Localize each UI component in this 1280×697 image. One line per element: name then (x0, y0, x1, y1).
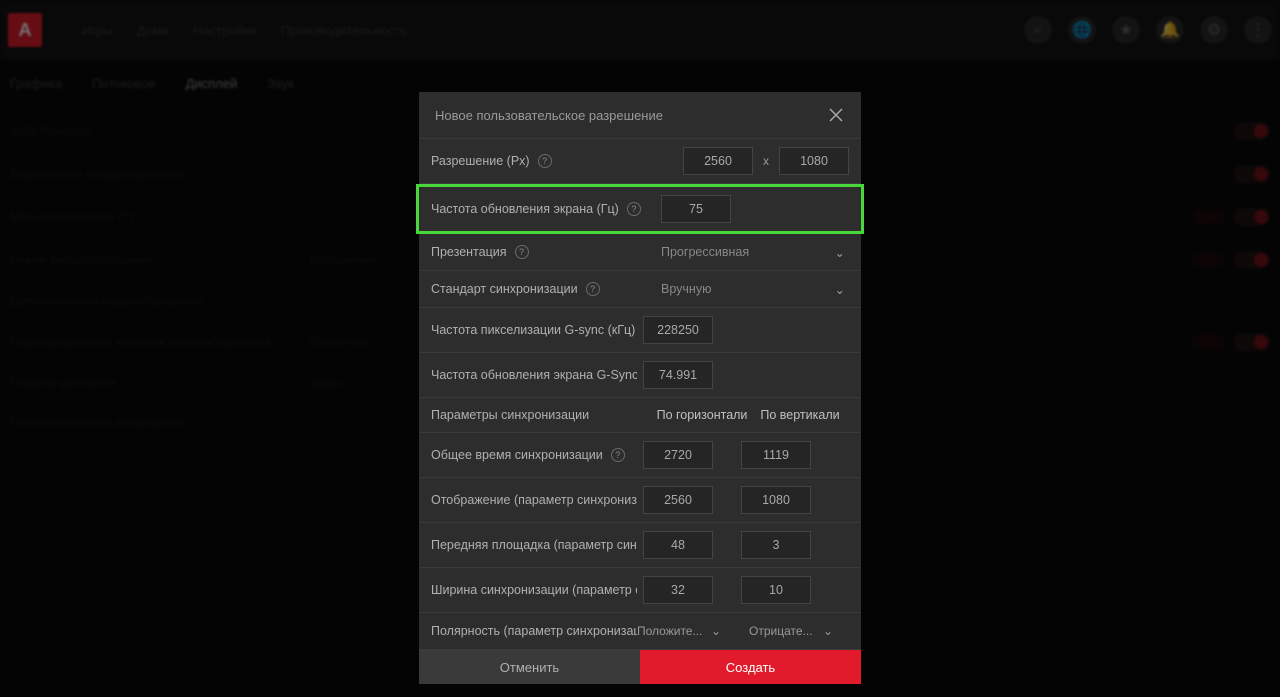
select-value: Прогрессивная (661, 245, 749, 259)
row-polarity: Полярность (параметр синхронизации) ? По… (419, 613, 861, 650)
custom-resolution-modal: Новое пользовательское разрешение Разреш… (419, 92, 861, 684)
refresh-rate-input[interactable] (661, 195, 731, 223)
modal-header: Новое пользовательское разрешение (419, 92, 861, 139)
label-timing-total: Общее время синхронизации (431, 448, 603, 462)
timing-standard-select[interactable]: Вручную ⌄ (653, 282, 849, 297)
select-value: Вручную (661, 282, 711, 296)
row-gsync-refresh: Частота обновления экрана G-Sync (Гц) ? (419, 353, 861, 398)
presentation-select[interactable]: Прогрессивная ⌄ (653, 245, 849, 260)
cancel-button[interactable]: Отменить (419, 650, 640, 684)
label-resolution: Разрешение (Px) (431, 154, 530, 168)
row-resolution: Разрешение (Px) ? x (419, 139, 861, 184)
chevron-down-icon: ⌄ (835, 282, 845, 297)
polarity-v-select[interactable]: Отрицате... ⌄ (749, 624, 833, 638)
col-vertical: По вертикали (751, 408, 849, 422)
resolution-width-input[interactable] (683, 147, 753, 175)
help-icon[interactable]: ? (515, 245, 529, 259)
row-presentation: Презентация ? Прогрессивная ⌄ (419, 234, 861, 271)
label-gsync-refresh: Частота обновления экрана G-Sync (Гц) (431, 368, 637, 382)
label-gsync-pixel: Частота пикселизации G-sync (кГц) (431, 323, 635, 337)
gsync-pixel-input[interactable] (643, 316, 713, 344)
sync-width-h-input[interactable] (643, 576, 713, 604)
sync-width-v-input[interactable] (741, 576, 811, 604)
timing-display-v-input[interactable] (741, 486, 811, 514)
row-gsync-pixel: Частота пикселизации G-sync (кГц) ? (419, 308, 861, 353)
row-sync-width: Ширина синхронизации (параметр синхрони (419, 568, 861, 613)
row-timing-total: Общее время синхронизации ? (419, 433, 861, 478)
help-icon[interactable]: ? (538, 154, 552, 168)
resolution-height-input[interactable] (779, 147, 849, 175)
chevron-down-icon: ⌄ (835, 245, 845, 260)
timing-total-h-input[interactable] (643, 441, 713, 469)
close-icon[interactable] (827, 106, 845, 124)
modal-title: Новое пользовательское разрешение (435, 108, 663, 123)
create-button[interactable]: Создать (640, 650, 861, 684)
gsync-refresh-input[interactable] (643, 361, 713, 389)
polarity-h-select[interactable]: Положите... ⌄ (637, 624, 721, 638)
modal-footer: Отменить Создать (419, 650, 861, 684)
row-refresh-rate: Частота обновления экрана (Гц) ? (416, 184, 864, 234)
timing-display-h-input[interactable] (643, 486, 713, 514)
label-refresh: Частота обновления экрана (Гц) (431, 202, 619, 216)
help-icon[interactable]: ? (586, 282, 600, 296)
row-front-porch: Передняя площадка (параметр синхронизац (419, 523, 861, 568)
label-front-porch: Передняя площадка (параметр синхронизац (431, 538, 637, 552)
timing-total-v-input[interactable] (741, 441, 811, 469)
label-timing-params: Параметры синхронизации (431, 408, 589, 422)
help-icon[interactable]: ? (627, 202, 641, 216)
row-timing-standard: Стандарт синхронизации ? Вручную ⌄ (419, 271, 861, 308)
label-sync-width: Ширина синхронизации (параметр синхрони (431, 583, 637, 597)
label-timing-standard: Стандарт синхронизации (431, 282, 578, 296)
label-polarity: Полярность (параметр синхронизации) (431, 624, 637, 638)
chevron-down-icon: ⌄ (823, 624, 833, 638)
chevron-down-icon: ⌄ (711, 624, 721, 638)
row-timing-display: Отображение (параметр синхронизации) ? (419, 478, 861, 523)
row-timing-params-header: Параметры синхронизации По горизонтали П… (419, 398, 861, 433)
col-horizontal: По горизонтали (653, 408, 751, 422)
select-value: Положите... (637, 624, 702, 638)
help-icon[interactable]: ? (611, 448, 625, 462)
x-separator: x (761, 154, 771, 168)
label-presentation: Презентация (431, 245, 507, 259)
front-porch-h-input[interactable] (643, 531, 713, 559)
label-timing-display: Отображение (параметр синхронизации) (431, 493, 637, 507)
select-value: Отрицате... (749, 624, 813, 638)
front-porch-v-input[interactable] (741, 531, 811, 559)
